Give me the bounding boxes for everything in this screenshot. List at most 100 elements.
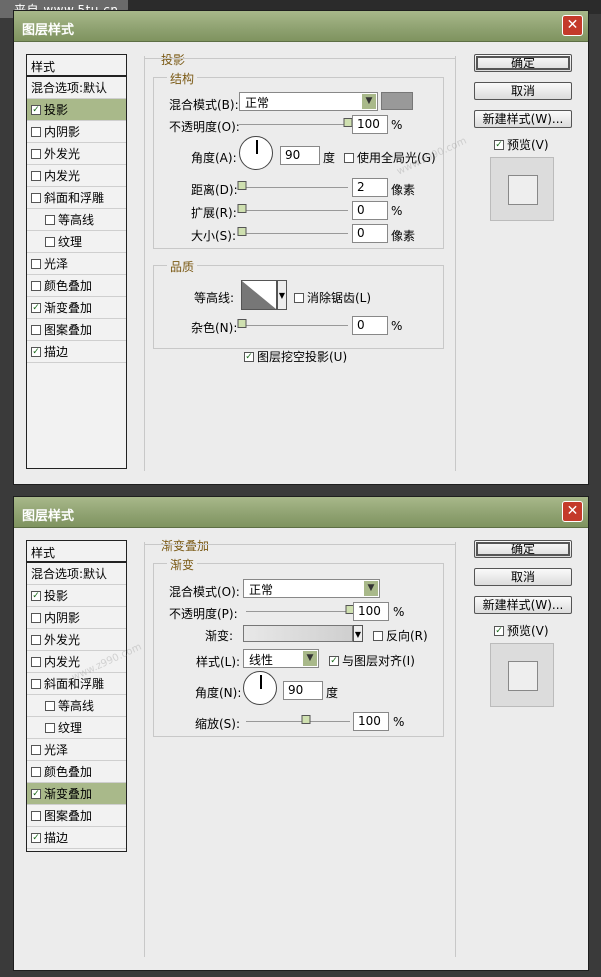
slider-thumb[interactable] xyxy=(237,181,247,190)
angle-dial[interactable] xyxy=(243,671,277,705)
style-list-item[interactable]: 颜色叠加 xyxy=(27,761,126,783)
checkbox[interactable] xyxy=(31,258,41,269)
angle-input[interactable]: 90 xyxy=(280,146,320,165)
close-button[interactable]: ✕ xyxy=(562,15,583,36)
size-slider[interactable] xyxy=(237,227,348,236)
knockout-checkbox[interactable]: 图层挖空投影(U) xyxy=(244,348,347,365)
scale-slider[interactable] xyxy=(246,715,350,724)
checkbox[interactable] xyxy=(373,630,383,641)
slider-thumb[interactable] xyxy=(301,715,311,724)
checkbox[interactable] xyxy=(31,104,41,115)
checkbox[interactable] xyxy=(344,152,354,163)
checkbox[interactable] xyxy=(31,744,41,755)
ok-button[interactable]: 确定 xyxy=(474,54,572,72)
blend-mode-select[interactable]: 正常 ▼ xyxy=(239,92,378,111)
checkbox[interactable] xyxy=(31,788,41,799)
size-input[interactable]: 0 xyxy=(352,224,388,243)
opacity-slider[interactable] xyxy=(239,118,353,127)
style-list-item[interactable]: 外发光 xyxy=(27,629,126,651)
style-list-item[interactable]: 混合选项:默认 xyxy=(27,77,126,99)
checkbox[interactable] xyxy=(31,148,41,159)
style-list-item[interactable]: 内发光 xyxy=(27,165,126,187)
style-list-item[interactable]: 等高线 xyxy=(27,695,126,717)
style-select[interactable]: 线性 ▼ xyxy=(243,649,319,668)
checkbox[interactable] xyxy=(45,236,55,247)
style-list-item[interactable]: 投影 xyxy=(27,585,126,607)
checkbox[interactable] xyxy=(31,832,41,843)
checkbox[interactable] xyxy=(31,678,41,689)
style-list-item[interactable]: 内阴影 xyxy=(27,607,126,629)
checkbox[interactable] xyxy=(31,346,41,357)
close-button[interactable]: ✕ xyxy=(562,501,583,522)
checkbox[interactable] xyxy=(494,139,504,150)
spread-slider[interactable] xyxy=(237,204,348,213)
checkbox[interactable] xyxy=(494,625,504,636)
noise-slider[interactable] xyxy=(237,319,348,328)
checkbox[interactable] xyxy=(45,700,55,711)
slider-thumb[interactable] xyxy=(237,319,247,328)
checkbox[interactable] xyxy=(31,810,41,821)
checkbox[interactable] xyxy=(31,302,41,313)
checkbox[interactable] xyxy=(31,280,41,291)
chevron-down-icon[interactable]: ▼ xyxy=(353,625,363,642)
reverse-checkbox[interactable]: 反向(R) xyxy=(373,627,428,644)
checkbox[interactable] xyxy=(294,292,304,303)
checkbox[interactable] xyxy=(31,324,41,335)
angle-input[interactable]: 90 xyxy=(283,681,323,700)
checkbox[interactable] xyxy=(31,612,41,623)
checkbox[interactable] xyxy=(31,126,41,137)
style-list-item[interactable]: 描边 xyxy=(27,827,126,849)
style-list-item[interactable]: 光泽 xyxy=(27,253,126,275)
new-style-button[interactable]: 新建样式(W)... xyxy=(474,596,572,614)
style-list-item[interactable]: 斜面和浮雕 xyxy=(27,187,126,209)
shadow-color-swatch[interactable] xyxy=(381,92,413,110)
checkbox[interactable] xyxy=(31,766,41,777)
style-list-item[interactable]: 等高线 xyxy=(27,209,126,231)
checkbox[interactable] xyxy=(31,590,41,601)
style-list-item[interactable]: 图案叠加 xyxy=(27,805,126,827)
opacity-input[interactable]: 100 xyxy=(353,602,389,621)
checkbox[interactable] xyxy=(329,655,339,666)
noise-input[interactable]: 0 xyxy=(352,316,388,335)
checkbox[interactable] xyxy=(31,656,41,667)
new-style-button[interactable]: 新建样式(W)... xyxy=(474,110,572,128)
style-list-item[interactable]: 渐变叠加 xyxy=(27,783,126,805)
style-list-item[interactable]: 外发光 xyxy=(27,143,126,165)
style-list-item[interactable]: 颜色叠加 xyxy=(27,275,126,297)
opacity-input[interactable]: 100 xyxy=(352,115,388,134)
style-list-item[interactable]: 纹理 xyxy=(27,231,126,253)
style-list-item[interactable]: 投影 xyxy=(27,99,126,121)
checkbox[interactable] xyxy=(31,634,41,645)
preview-checkbox[interactable]: 预览(V) xyxy=(494,136,549,153)
contour-picker[interactable] xyxy=(241,280,277,310)
distance-input[interactable]: 2 xyxy=(352,178,388,197)
chevron-down-icon[interactable]: ▼ xyxy=(277,280,287,310)
checkbox[interactable] xyxy=(244,351,254,362)
preview-checkbox[interactable]: 预览(V) xyxy=(494,622,549,639)
blend-mode-select[interactable]: 正常 ▼ xyxy=(243,579,380,598)
align-layer-checkbox[interactable]: 与图层对齐(I) xyxy=(329,652,415,669)
opacity-slider[interactable] xyxy=(246,605,355,614)
slider-thumb[interactable] xyxy=(237,204,247,213)
cancel-button[interactable]: 取消 xyxy=(474,82,572,100)
style-list-item[interactable]: 渐变叠加 xyxy=(27,297,126,319)
style-list-item[interactable]: 内阴影 xyxy=(27,121,126,143)
spread-input[interactable]: 0 xyxy=(352,201,388,220)
scale-input[interactable]: 100 xyxy=(353,712,389,731)
ok-button[interactable]: 确定 xyxy=(474,540,572,558)
distance-slider[interactable] xyxy=(237,181,348,190)
slider-thumb[interactable] xyxy=(237,227,247,236)
checkbox[interactable] xyxy=(45,722,55,733)
checkbox[interactable] xyxy=(45,214,55,225)
checkbox[interactable] xyxy=(31,192,41,203)
style-list-item[interactable]: 混合选项:默认 xyxy=(27,563,126,585)
style-list-item[interactable]: 光泽 xyxy=(27,739,126,761)
angle-dial[interactable] xyxy=(239,136,273,170)
style-list-item[interactable]: 描边 xyxy=(27,341,126,363)
gradient-preview-bar[interactable] xyxy=(243,625,353,642)
checkbox[interactable] xyxy=(31,170,41,181)
antialias-checkbox[interactable]: 消除锯齿(L) xyxy=(294,289,371,306)
style-list-item[interactable]: 图案叠加 xyxy=(27,319,126,341)
style-list-item[interactable]: 纹理 xyxy=(27,717,126,739)
cancel-button[interactable]: 取消 xyxy=(474,568,572,586)
